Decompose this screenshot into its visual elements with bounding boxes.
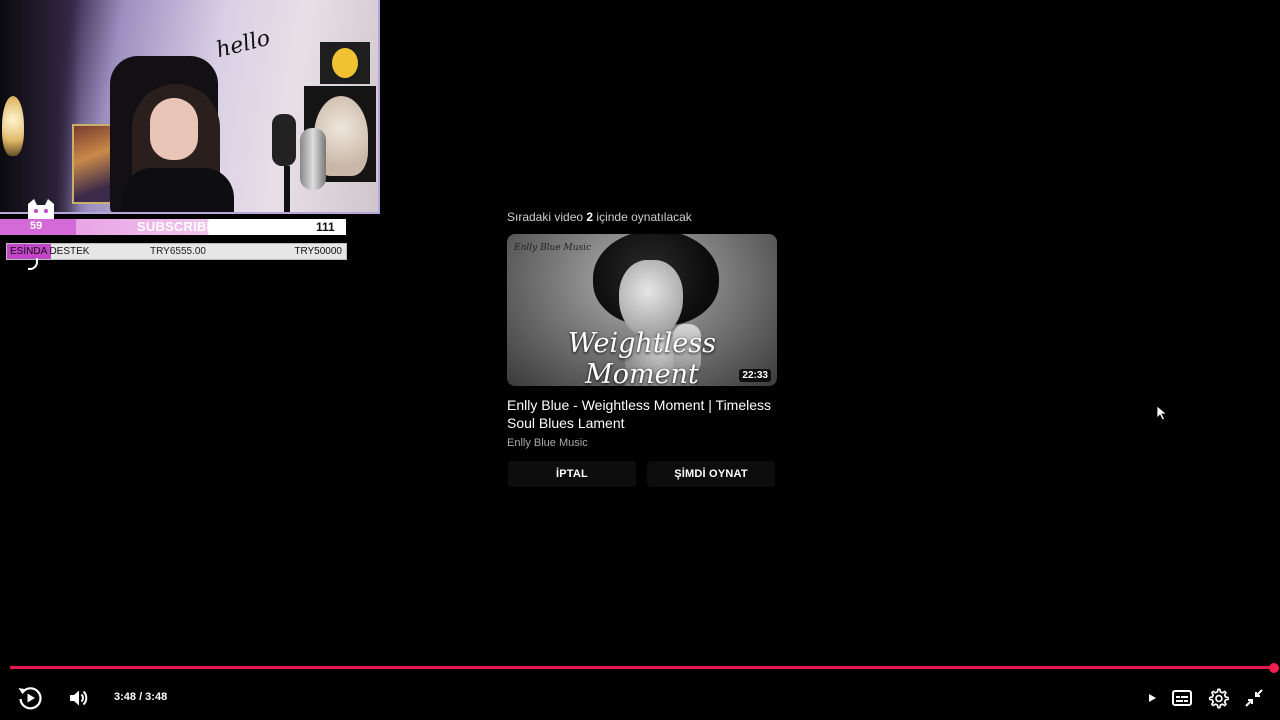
play-now-button[interactable]: ŞİMDİ OYNAT xyxy=(647,461,775,487)
lamp xyxy=(2,96,24,156)
autoplay-icon xyxy=(1149,694,1156,702)
donation-goal-current: TRY6555.00 xyxy=(150,246,206,257)
donation-goal-bar: ESİNDA DESTEK TRY6555.00 TRY50000 xyxy=(6,243,347,260)
up-next-header: Sıradaki video 2 içinde oynatılacak xyxy=(507,210,692,224)
up-next-channel-name[interactable]: Enlly Blue Music xyxy=(507,437,588,449)
time-display: 3:48 / 3:48 xyxy=(114,691,168,703)
up-next-thumbnail[interactable]: Enlly Blue Music Weightless Moment 22:33 xyxy=(507,234,777,386)
webcam-overlay: hello xyxy=(0,0,380,214)
replay-icon xyxy=(18,687,42,710)
exit-fullscreen-button[interactable] xyxy=(1240,684,1268,712)
subscriber-goal-label: SUBSCRIBERS xyxy=(137,219,234,234)
volume-icon xyxy=(70,690,88,706)
duration-badge: 22:33 xyxy=(739,369,771,382)
thumb-face xyxy=(619,260,683,338)
microphone-stand xyxy=(284,166,290,212)
donation-goal-target: TRY50000 xyxy=(294,246,342,257)
settings-icon xyxy=(1208,688,1229,709)
autoplay-toggle[interactable] xyxy=(1138,684,1166,712)
progress-scrubber[interactable] xyxy=(1269,663,1279,673)
microphone xyxy=(300,128,326,190)
cancel-button[interactable]: İPTAL xyxy=(508,461,636,487)
streamer-face xyxy=(150,98,198,160)
settings-button[interactable] xyxy=(1204,684,1232,712)
subtitles-icon xyxy=(1172,690,1192,706)
replay-button[interactable] xyxy=(16,684,44,712)
exit-fullscreen-icon xyxy=(1245,689,1263,707)
thumbnail-brand-text: Enlly Blue Music xyxy=(514,243,592,253)
subtitles-button[interactable] xyxy=(1168,684,1196,712)
volume-button[interactable] xyxy=(64,684,92,712)
duck-poster xyxy=(320,42,370,84)
thumbnail-title-art: Weightless Moment xyxy=(567,328,716,386)
streamer-body xyxy=(122,168,234,212)
subscriber-goal-target: 111 xyxy=(316,220,335,234)
progress-bar[interactable] xyxy=(10,666,1274,669)
wall-hello-text: hello xyxy=(213,25,273,64)
up-next-prefix: Sıradaki video xyxy=(507,210,587,224)
decorative-hook-icon xyxy=(28,258,38,270)
cat-mascot-icon xyxy=(28,199,54,220)
mouse-cursor-icon xyxy=(1156,405,1168,421)
subscriber-goal-current: 59 xyxy=(30,220,43,232)
up-next-video-title[interactable]: Enlly Blue - Weightless Moment | Timeles… xyxy=(507,396,787,432)
donation-goal-label: ESİNDA DESTEK xyxy=(10,246,90,257)
up-next-suffix: içinde oynatılacak xyxy=(593,210,692,224)
speaker xyxy=(272,114,296,166)
